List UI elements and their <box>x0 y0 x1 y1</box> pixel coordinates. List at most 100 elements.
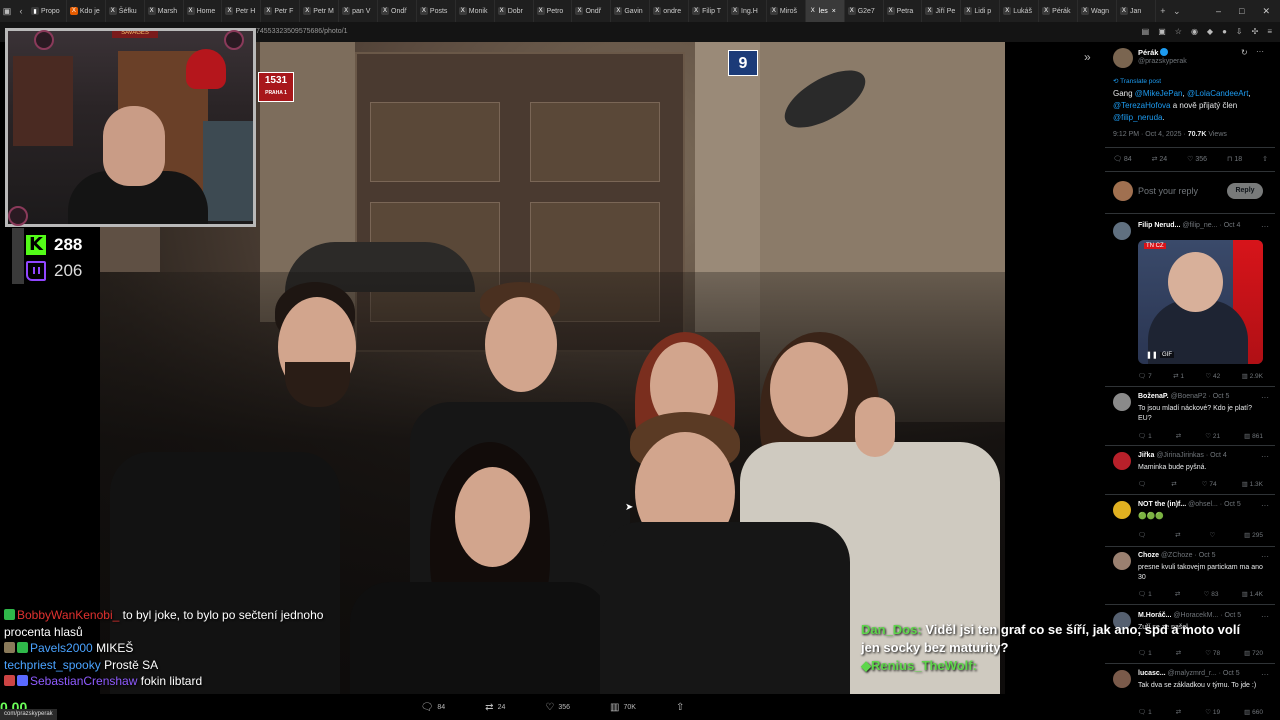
reply-reposts[interactable]: ⇄ <box>1176 708 1181 716</box>
reply-replies[interactable]: 🗨 <box>1138 531 1146 539</box>
reply-likes[interactable]: ♡ 42 <box>1205 372 1220 380</box>
reply-replies[interactable]: 🗨 <box>1138 480 1146 488</box>
grok-icon[interactable]: ↻ <box>1241 48 1248 57</box>
reply-reposts[interactable]: ⇄ <box>1175 531 1180 539</box>
browser-tab[interactable]: X Miroš <box>767 0 806 22</box>
author-handle[interactable]: @prazskyperak <box>1138 58 1187 65</box>
tab-actions-icon[interactable]: ▣ <box>0 6 14 17</box>
browser-tab[interactable]: X Šéfku <box>106 0 145 22</box>
browser-tab[interactable]: X Wagn <box>1078 0 1117 22</box>
maximize-button[interactable]: □ <box>1239 6 1244 17</box>
reply-views[interactable]: ▥ 861 <box>1244 432 1263 440</box>
reply-replies[interactable]: 🗨 1 <box>1138 590 1152 598</box>
screenshot-icon[interactable]: ▣ <box>1158 27 1166 36</box>
reply-likes[interactable]: ♡ 21 <box>1205 432 1220 440</box>
reposts-stat[interactable]: ⇄ 24 <box>1152 155 1168 163</box>
reply-item[interactable]: Jiřka @JirinaJirinkas · Oct 4 ··· Mamink… <box>1105 452 1275 492</box>
reader-icon[interactable]: ▤ <box>1142 27 1150 36</box>
close-tab-icon[interactable]: × <box>832 8 836 15</box>
photo-share-action[interactable]: ⇧ <box>676 702 684 713</box>
photo-views-action[interactable]: ▥ 70K <box>610 702 636 713</box>
reply-views[interactable]: ▥ 1.3K <box>1242 480 1263 488</box>
browser-tab[interactable]: X Ing.H <box>728 0 767 22</box>
reply-reposts[interactable]: ⇄ <box>1176 432 1181 440</box>
more-options-icon[interactable]: ··· <box>1261 670 1269 679</box>
author-name[interactable]: Pérák <box>1138 48 1169 57</box>
photo-reply-action[interactable]: 🗨 84 <box>421 702 446 713</box>
reply-reposts[interactable]: ⇄ <box>1171 480 1176 488</box>
reply-item[interactable]: BoženaP. @BoenaP2 · Oct 5 ··· To jsou ml… <box>1105 393 1275 445</box>
mention-link[interactable]: @MikeJePan <box>1135 89 1183 98</box>
browser-tab[interactable]: ▮ Propo <box>28 0 67 22</box>
more-options-icon[interactable]: ··· <box>1256 47 1264 56</box>
reply-replies[interactable]: 🗨 1 <box>1138 708 1152 716</box>
reply-likes[interactable]: ♡ 83 <box>1204 590 1219 598</box>
account-icon[interactable]: ◉ <box>1191 27 1198 36</box>
browser-tab[interactable]: X Petr H <box>222 0 262 22</box>
replies-stat[interactable]: 🗨 84 <box>1113 155 1132 163</box>
translate-post-link[interactable]: ⟲ Translate post <box>1113 77 1161 85</box>
browser-tab[interactable]: X Ondř <box>378 0 417 22</box>
minimize-button[interactable]: – <box>1216 6 1221 17</box>
reply-likes[interactable]: ♡ 19 <box>1205 708 1220 716</box>
expand-sidebar-icon[interactable]: » <box>1084 50 1091 64</box>
share-icon[interactable]: ⇧ <box>1262 155 1268 163</box>
browser-tab[interactable]: Xpan V <box>339 0 379 22</box>
browser-tab[interactable]: X G2e7 <box>845 0 884 22</box>
mention-link[interactable]: @LolaCandeeArt <box>1187 89 1249 98</box>
browser-tab[interactable]: X Marsh <box>145 0 184 22</box>
url-text[interactable]: 74553323509575686/photo/1 <box>256 28 347 35</box>
more-options-icon[interactable]: ··· <box>1261 222 1269 231</box>
reply-button[interactable]: Reply <box>1227 183 1263 199</box>
reply-reposts[interactable]: ⇄ 1 <box>1173 372 1184 380</box>
reply-likes[interactable]: ♡ <box>1209 531 1215 539</box>
reply-item[interactable]: Choze @ZChoze · Oct 5 ··· presne kvuli t… <box>1105 552 1275 604</box>
reply-gif-media[interactable]: TN CZ ❚❚ GIF <box>1138 240 1263 364</box>
reply-item[interactable]: lucasc... @malyzmrd_r... · Oct 5 ··· Tak… <box>1105 670 1275 720</box>
close-window-button[interactable]: ✕ <box>1262 6 1270 17</box>
browser-tab[interactable]: X Posts <box>417 0 456 22</box>
reply-item[interactable]: NOT the (in)f... @ohsel... · Oct 5 ··· 🟢… <box>1105 501 1275 545</box>
more-options-icon[interactable]: ··· <box>1261 452 1269 461</box>
downloads-icon[interactable]: ⇩ <box>1236 27 1243 36</box>
browser-tab[interactable]: X Jiří Pe <box>922 0 962 22</box>
tab-scroll-left-icon[interactable]: ‹ <box>14 6 28 16</box>
browser-tab[interactable]: X Home <box>184 0 223 22</box>
browser-tab[interactable]: X Petr M <box>300 0 340 22</box>
reply-likes[interactable]: ♡ 74 <box>1202 480 1217 488</box>
reply-reposts[interactable]: ⇄ <box>1175 590 1180 598</box>
browser-tab[interactable]: X Petro <box>534 0 573 22</box>
browser-tab[interactable]: X Petr F <box>261 0 301 22</box>
browser-tab[interactable]: X Kdo je <box>67 0 106 22</box>
photo-repost-action[interactable]: ⇄ 24 <box>485 702 505 713</box>
browser-tab[interactable]: X Monik <box>456 0 495 22</box>
likes-stat[interactable]: ♡ 356 <box>1187 155 1207 163</box>
browser-tab[interactable]: X Dobr <box>495 0 534 22</box>
browser-tab[interactable]: X Filip T <box>689 0 729 22</box>
browser-tab[interactable]: X Gavin <box>611 0 651 22</box>
reply-replies[interactable]: 🗨 7 <box>1138 372 1152 380</box>
browser-tab[interactable]: X Pérák <box>1039 0 1079 22</box>
reply-views[interactable]: ▥ 660 <box>1244 708 1263 716</box>
browser-tab[interactable]: X Ondř <box>572 0 612 22</box>
browser-tab[interactable]: Xles × <box>805 0 845 22</box>
new-tab-button[interactable]: + <box>1156 6 1170 16</box>
tab-list-icon[interactable]: ⌄ <box>1170 6 1184 17</box>
extension-icon[interactable]: ◆ <box>1207 27 1213 36</box>
browser-tab[interactable]: X Petra <box>884 0 923 22</box>
mention-link[interactable]: @filip_neruda <box>1113 113 1162 122</box>
photo-like-action[interactable]: ♡ 356 <box>545 702 570 713</box>
mention-link[interactable]: @TerezaHofova <box>1113 101 1170 110</box>
bookmark-star-icon[interactable]: ☆ <box>1175 27 1182 36</box>
extension-icon-2[interactable]: ● <box>1222 27 1227 36</box>
more-options-icon[interactable]: ··· <box>1261 552 1269 561</box>
bookmarks-stat[interactable]: ⊓ 18 <box>1227 155 1242 163</box>
more-options-icon[interactable]: ··· <box>1261 612 1269 621</box>
reply-input[interactable]: Post your reply <box>1138 186 1198 196</box>
more-options-icon[interactable]: ··· <box>1261 393 1269 402</box>
author-avatar[interactable] <box>1113 48 1133 68</box>
menu-icon[interactable]: ≡ <box>1267 27 1272 36</box>
browser-tab[interactable]: Xondre <box>650 0 690 22</box>
more-options-icon[interactable]: ··· <box>1261 501 1269 510</box>
extensions-puzzle-icon[interactable]: ✣ <box>1252 27 1259 36</box>
